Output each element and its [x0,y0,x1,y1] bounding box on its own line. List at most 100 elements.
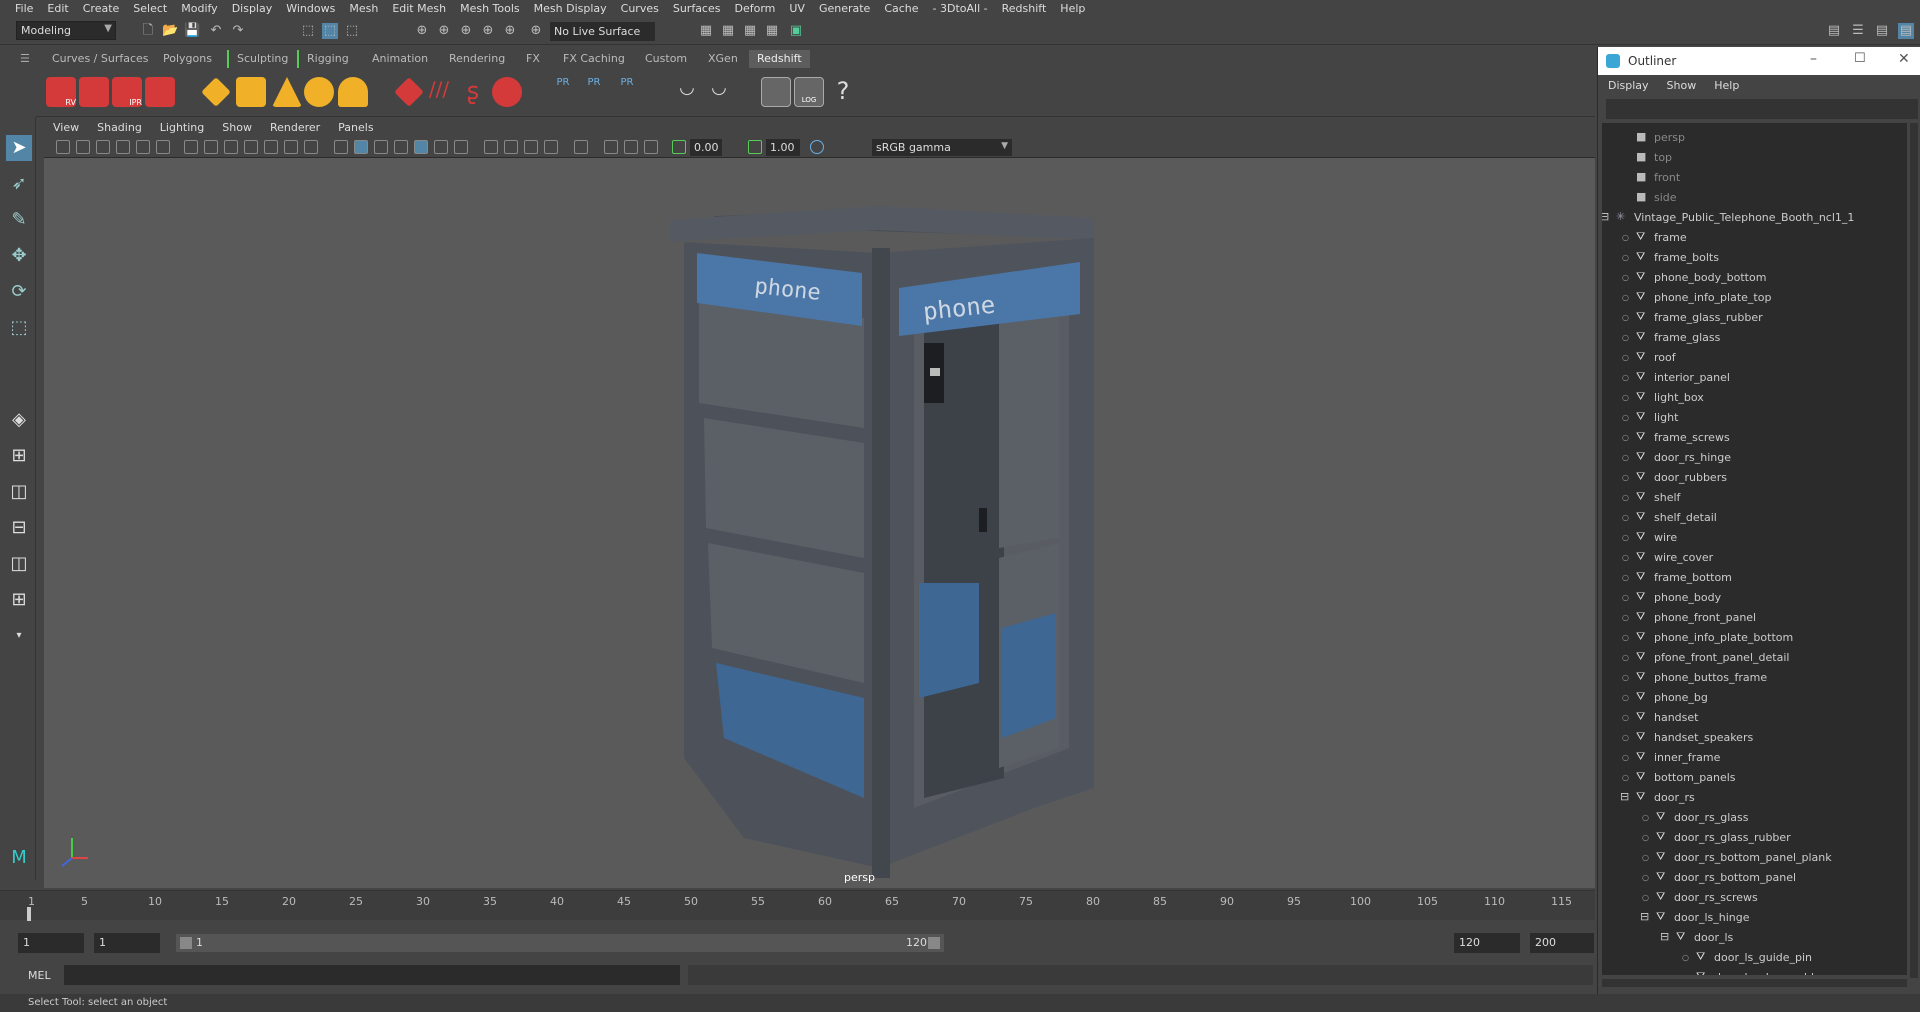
menu-edit-mesh[interactable]: Edit Mesh [385,2,453,15]
persp-hypershade-icon[interactable]: ⊞ [6,587,32,613]
camera-attributes-icon[interactable] [76,140,90,154]
outliner-item[interactable]: ○ ⛛ handset [1602,707,1907,727]
outliner-item[interactable]: ○ ⛛ phone_body_bottom [1602,267,1907,287]
motion-blur-icon[interactable] [504,140,518,154]
undo-icon[interactable]: ↶ [208,23,224,39]
render-view-icon[interactable]: ▦ [698,23,714,39]
select-object-icon[interactable]: ⬚ [322,23,338,39]
outliner-item[interactable]: ○ ⛛ wire_cover [1602,547,1907,567]
collapse-toggle-icon[interactable]: ⊟ [1640,910,1649,923]
xray-icon[interactable] [604,140,618,154]
wireframe-on-shaded-icon[interactable] [414,140,428,154]
outliner-search-input[interactable] [1606,99,1918,119]
render-icon[interactable] [79,77,109,107]
outliner-item[interactable]: ○ ⛛ frame_glass [1602,327,1907,347]
move-tool-icon[interactable]: ✥ [6,243,32,269]
menu-display[interactable]: Display [225,2,280,15]
outliner-item[interactable]: ○ ⛛ pfone_front_panel_detail [1602,647,1907,667]
render-settings-icon[interactable]: ▦ [764,23,780,39]
exposure-field[interactable]: 0.00 [690,139,722,156]
select-hierarchy-icon[interactable]: ⬚ [300,23,316,39]
xray-joints-icon[interactable] [644,140,658,154]
vp-menu-lighting[interactable]: Lighting [151,121,213,134]
outliner-item[interactable]: ○ ⛛ frame_screws [1602,427,1907,447]
snap-grid-icon[interactable]: ⊕ [414,23,430,39]
depth-of-field-icon[interactable] [544,140,558,154]
outliner-item[interactable]: ○ ⛛ door_rs_screws [1602,887,1907,907]
outliner-item[interactable]: ○ ⛛ door_rs_glass_rubber [1602,827,1907,847]
default-material-icon[interactable] [374,140,388,154]
menu-surfaces[interactable]: Surfaces [666,2,728,15]
outliner-item[interactable]: ○ ⛛ phone_info_plate_bottom [1602,627,1907,647]
outliner-item[interactable]: ○ ⛛ door_ls_guide_pin [1602,947,1907,967]
snap-curve-icon[interactable]: ⊕ [436,23,452,39]
end-time-field[interactable]: 200 [1530,933,1594,953]
new-scene-icon[interactable]: 🗋 [140,23,156,39]
bookmark-icon[interactable] [96,140,110,154]
outliner-item[interactable]: ○ ⛛ door_rs_bottom_panel_plank [1602,847,1907,867]
anim-end-field[interactable]: 120 [1454,933,1520,953]
menu-mesh-tools[interactable]: Mesh Tools [453,2,527,15]
outliner-item[interactable]: ■ persp [1602,127,1907,147]
outliner-item[interactable]: ○ ⛛ light [1602,407,1907,427]
menu-redshift[interactable]: Redshift [995,2,1054,15]
tab-rigging[interactable]: Rigging [297,50,357,68]
anim-start-field[interactable]: 1 [94,933,160,953]
tab-custom[interactable]: Custom [637,50,695,68]
save-scene-icon[interactable]: 💾 [184,23,200,39]
gamma-icon[interactable] [748,140,762,154]
outliner-item[interactable]: ○ ⛛ light_box [1602,387,1907,407]
render-frame-icon[interactable]: ▦ [720,23,736,39]
menu-windows[interactable]: Windows [279,2,342,15]
script-editor-icon[interactable] [761,77,791,107]
shadows-icon[interactable] [454,140,468,154]
outliner-item[interactable]: ○ ⛛ frame_bolts [1602,247,1907,267]
outliner-item[interactable]: ○ ⛛ door_rs_bottom_panel [1602,867,1907,887]
menu-mesh[interactable]: Mesh [342,2,385,15]
tab-xgen[interactable]: XGen [700,50,746,68]
outliner-item[interactable]: ○ ⛛ door_rs_glass [1602,807,1907,827]
safe-title-icon[interactable] [304,140,318,154]
four-view-icon[interactable]: ⊞ [6,443,32,469]
dome-light-icon[interactable] [304,77,334,107]
gate-mask-icon[interactable] [244,140,258,154]
xray-active-icon[interactable] [624,140,638,154]
single-view-icon[interactable]: ◈ [6,407,32,433]
outliner-item[interactable]: ■ front [1602,167,1907,187]
screen-space-ao-icon[interactable] [484,140,498,154]
paint-select-icon[interactable]: ✎ [6,207,32,233]
maximize-icon[interactable]: ☐ [1854,51,1866,66]
menu-generate[interactable]: Generate [812,2,877,15]
pr-icon-1[interactable]: PR [548,77,578,107]
vp-menu-view[interactable]: View [44,121,88,134]
outliner-menu-show[interactable]: Show [1667,79,1715,92]
lasso-tool-icon[interactable]: ➶ [6,171,32,197]
range-end-handle[interactable] [928,937,940,949]
vp-menu-shading[interactable]: Shading [88,121,151,134]
isolate-select-icon[interactable] [574,140,588,154]
vp-menu-renderer[interactable]: Renderer [261,121,329,134]
exposure-icon[interactable] [672,140,686,154]
textured-icon[interactable] [394,140,408,154]
gamma-field[interactable]: 1.00 [766,139,800,156]
help-question-icon[interactable]: ? [828,77,858,107]
tab-curves-surfaces[interactable]: Curves / Surfaces [44,50,157,68]
2d-pan-icon[interactable] [136,140,150,154]
render-settings-gear-icon[interactable] [145,77,175,107]
tab-animation[interactable]: Animation [364,50,436,68]
collapse-toggle-icon[interactable]: ⊟ [1660,930,1669,943]
range-slider[interactable] [176,934,944,952]
grid-icon[interactable] [184,140,198,154]
range-start-handle[interactable] [180,937,192,949]
hypershade-icon[interactable]: ▣ [788,23,804,39]
physical-light-icon[interactable] [236,77,266,107]
outliner-item[interactable]: ⊟ ⛛ door_ls [1602,927,1907,947]
outliner-item[interactable]: ○ ⛛ frame [1602,227,1907,247]
live-surface-field[interactable]: No Live Surface [550,22,655,41]
tab-redshift[interactable]: Redshift [749,50,810,68]
persp-graph-icon[interactable]: ◫ [6,551,32,577]
menu-mesh-display[interactable]: Mesh Display [527,2,614,15]
use-all-lights-icon[interactable] [434,140,448,154]
bowl-icon-2[interactable]: ◡ [704,77,734,107]
attribute-editor-icon[interactable]: ☰ [1850,23,1866,39]
